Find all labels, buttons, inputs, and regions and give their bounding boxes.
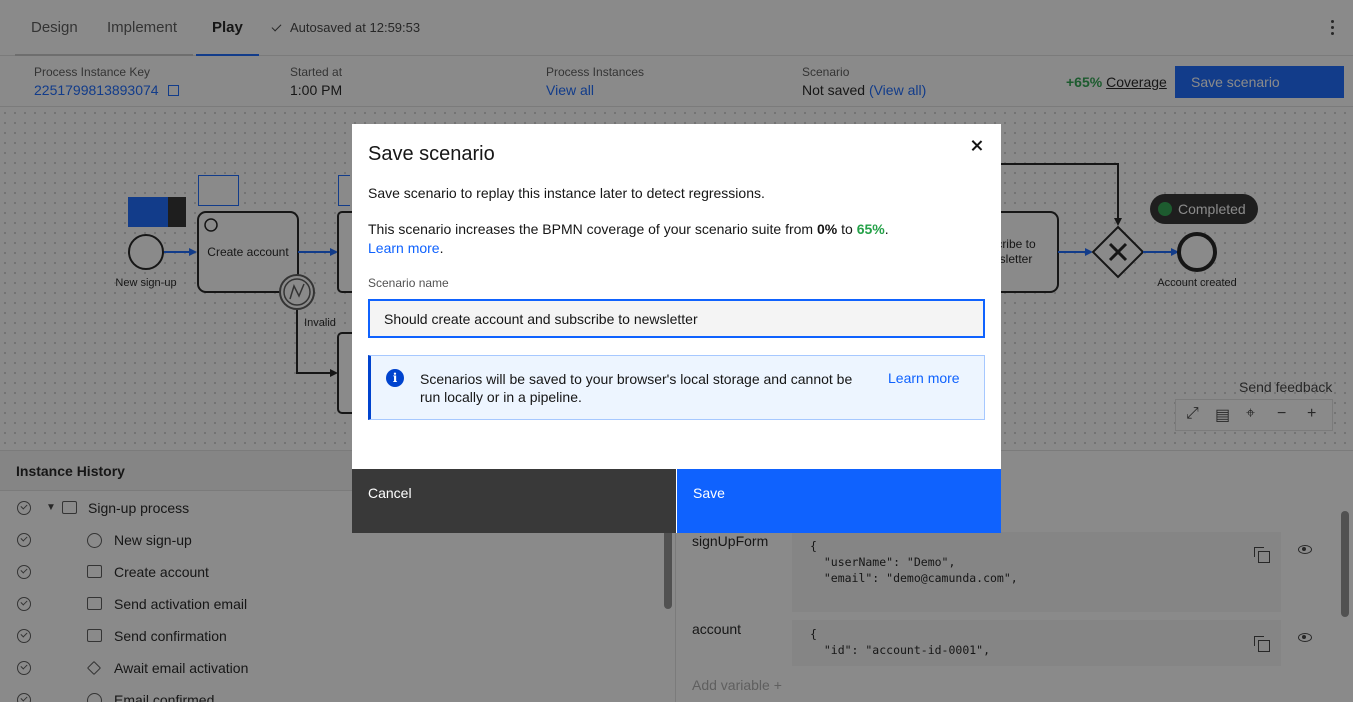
scenario-name-label: Scenario name xyxy=(368,276,449,290)
scenario-name-input[interactable] xyxy=(368,299,985,338)
dialog-title: Save scenario xyxy=(368,143,495,165)
notification-text: Scenarios will be saved to your browser'… xyxy=(420,371,853,405)
save-button[interactable]: Save xyxy=(677,469,1001,533)
learn-more-link[interactable]: Learn more xyxy=(368,240,440,256)
close-icon[interactable] xyxy=(969,138,985,154)
save-scenario-dialog: Save scenario Save scenario to replay th… xyxy=(352,124,1001,533)
cancel-button[interactable]: Cancel xyxy=(352,469,676,533)
dialog-intro: Save scenario to replay this instance la… xyxy=(368,185,765,201)
info-notification: i Scenarios will be saved to your browse… xyxy=(368,355,985,420)
info-icon: i xyxy=(386,369,404,387)
dialog-coverage-text: This scenario increases the BPMN coverag… xyxy=(368,221,889,256)
notification-learn-more-link[interactable]: Learn more xyxy=(888,370,960,386)
